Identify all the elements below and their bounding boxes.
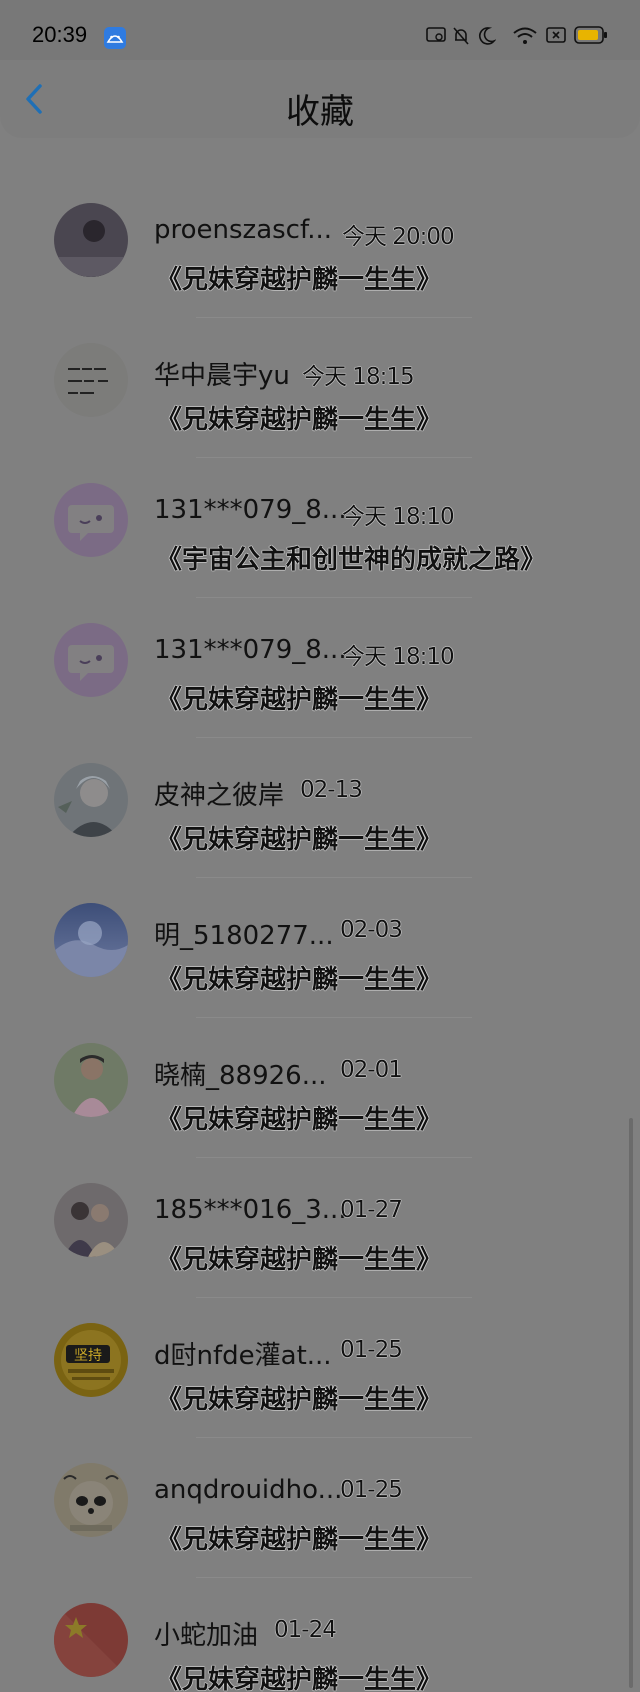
item-name: 晓楠_88926...	[154, 1061, 327, 1091]
avatar: 坚持	[54, 1323, 128, 1397]
item-time: 今天 18:10	[342, 644, 455, 670]
divider	[196, 737, 472, 738]
divider	[196, 457, 472, 458]
list-item[interactable]: 华中晨宇yu 今天 18:15 《兄妹穿越护麟一生生》	[0, 333, 640, 473]
item-title: 《兄妹穿越护麟一生生》	[156, 1525, 443, 1555]
item-name: 小蛇加油	[154, 1621, 259, 1651]
item-name: d尀nfde灌at...	[154, 1341, 332, 1371]
page-title: 收藏	[286, 92, 354, 132]
avatar	[54, 903, 128, 977]
screen-cast-icon	[426, 27, 446, 42]
avatar	[54, 343, 128, 417]
divider	[196, 1577, 472, 1578]
avatar	[54, 1043, 128, 1117]
item-time: 今天 18:15	[302, 364, 415, 390]
avatar	[54, 203, 128, 277]
avatar	[54, 1463, 128, 1537]
page-header: 收藏	[0, 60, 640, 138]
item-name: 皮神之彼岸	[154, 781, 285, 811]
scrollbar[interactable]	[629, 1118, 633, 1688]
avatar	[54, 483, 128, 557]
item-title: 《兄妹穿越护麟一生生》	[156, 825, 443, 855]
item-name: 185***016_3...	[154, 1195, 347, 1225]
divider	[196, 1157, 472, 1158]
sim-icon	[546, 27, 566, 43]
item-time: 02-03	[340, 917, 403, 943]
avatar	[54, 763, 128, 837]
item-name: 131***079_8...	[154, 635, 347, 665]
item-title: 《兄妹穿越护麟一生生》	[156, 265, 443, 295]
battery-icon	[574, 26, 607, 44]
list-item[interactable]: 131***079_8... 今天 18:10 《宇宙公主和创世神的成就之路》	[0, 473, 640, 613]
item-time: 01-25	[340, 1477, 403, 1503]
moon-icon	[479, 27, 496, 45]
item-name: 明_5180277...	[154, 921, 334, 951]
item-name: anqdrouidho...	[154, 1475, 343, 1505]
item-name: proenszascf...	[154, 215, 333, 245]
item-title: 《兄妹穿越护麟一生生》	[156, 1105, 443, 1135]
item-time: 02-13	[300, 777, 363, 803]
avatar-badge-text: 坚持	[74, 1348, 102, 1364]
avatar	[54, 1183, 128, 1257]
item-time: 01-25	[340, 1337, 403, 1363]
status-time: 20:39	[32, 22, 88, 47]
android-app-icon	[104, 27, 126, 49]
item-time: 01-24	[274, 1617, 337, 1643]
wifi-icon	[513, 27, 537, 44]
avatar	[54, 623, 128, 697]
item-title: 《宇宙公主和创世神的成就之路》	[156, 545, 547, 575]
avatar	[54, 1603, 128, 1677]
list-item[interactable]: 晓楠_88926... 02-01 《兄妹穿越护麟一生生》	[0, 1033, 640, 1173]
list-item[interactable]: 131***079_8... 今天 18:10 《兄妹穿越护麟一生生》	[0, 613, 640, 753]
list-item[interactable]: 明_5180277... 02-03 《兄妹穿越护麟一生生》	[0, 893, 640, 1033]
list-item[interactable]: 185***016_3... 01-27 《兄妹穿越护麟一生生》	[0, 1173, 640, 1313]
divider	[196, 317, 472, 318]
item-title: 《兄妹穿越护麟一生生》	[156, 1385, 443, 1415]
list-item[interactable]: 皮神之彼岸 02-13 《兄妹穿越护麟一生生》	[0, 753, 640, 893]
item-time: 今天 18:10	[342, 504, 455, 530]
divider	[196, 877, 472, 878]
item-name: 华中晨宇yu	[154, 361, 290, 391]
item-title: 《兄妹穿越护麟一生生》	[156, 965, 443, 995]
item-title: 《兄妹穿越护麟一生生》	[156, 405, 443, 435]
list-item[interactable]: 小蛇加油 01-24 《兄妹穿越护麟一生生》	[0, 1593, 640, 1692]
list-item[interactable]: 坚持 d尀nfde灌at... 01-25 《兄妹穿越护麟一生生》	[0, 1313, 640, 1453]
item-title: 《兄妹穿越护麟一生生》	[156, 1665, 443, 1692]
list-item[interactable]: proenszascf... 今天 20:00 《兄妹穿越护麟一生生》	[0, 193, 640, 333]
status-bar: 20:39	[0, 0, 640, 60]
mute-bell-icon	[453, 27, 469, 45]
item-title: 《兄妹穿越护麟一生生》	[156, 685, 443, 715]
list-item[interactable]: anqdrouidho... 01-25 《兄妹穿越护麟一生生》	[0, 1453, 640, 1593]
divider	[196, 597, 472, 598]
item-time: 01-27	[340, 1197, 403, 1223]
divider	[196, 1017, 472, 1018]
divider	[196, 1297, 472, 1298]
divider	[196, 1437, 472, 1438]
item-time: 今天 20:00	[342, 224, 455, 250]
item-time: 02-01	[340, 1057, 403, 1083]
item-title: 《兄妹穿越护麟一生生》	[156, 1245, 443, 1275]
item-name: 131***079_8...	[154, 495, 347, 525]
